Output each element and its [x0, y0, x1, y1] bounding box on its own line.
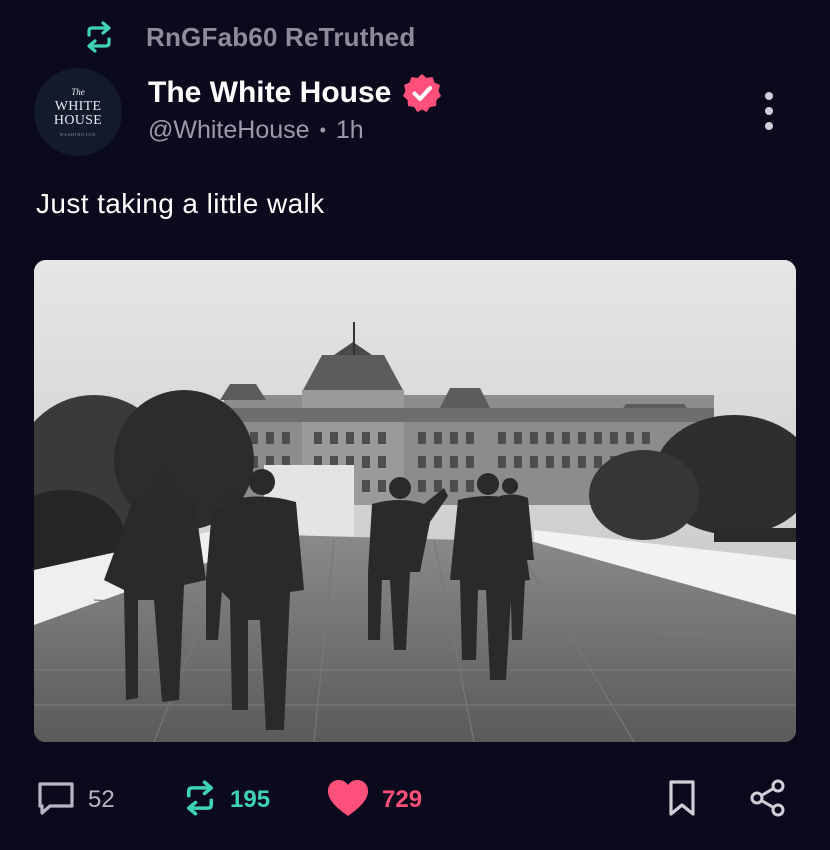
retruth-icon	[182, 779, 218, 821]
more-dot	[765, 92, 773, 100]
photo-illustration	[34, 260, 796, 742]
comment-icon	[36, 778, 76, 823]
retruth-label[interactable]: RnGFab60 ReTruthed	[146, 22, 415, 53]
heart-icon	[326, 778, 370, 823]
verified-badge-icon	[401, 72, 443, 114]
avatar-the: The	[71, 86, 85, 97]
handle-row: @WhiteHouse • 1h	[148, 116, 364, 145]
share-button[interactable]	[748, 774, 788, 826]
reply-button[interactable]: 52	[36, 774, 115, 826]
retruth-button[interactable]: 195	[182, 774, 270, 826]
handle[interactable]: @WhiteHouse	[148, 116, 310, 145]
retruth-banner[interactable]: RnGFab60 ReTruthed	[82, 18, 415, 56]
like-count: 729	[382, 786, 423, 813]
share-icon	[748, 778, 788, 823]
separator-dot: •	[319, 120, 326, 140]
bookmark-icon	[666, 778, 698, 823]
avatar[interactable]: The WHITE HOUSE WASHINGTON	[34, 68, 122, 156]
display-name-row[interactable]: The White House	[148, 72, 443, 114]
action-bar: 52 195 729	[0, 774, 830, 826]
retruth-icon	[82, 20, 116, 54]
retruth-count: 195	[230, 786, 271, 813]
avatar-line2: HOUSE	[53, 112, 103, 128]
display-name[interactable]: The White House	[148, 76, 391, 110]
avatar-line1: WHITE	[54, 98, 102, 114]
avatar-sub: WASHINGTON	[59, 131, 97, 137]
truth-post: RnGFab60 ReTruthed The WHITE HOUSE WASHI…	[0, 0, 830, 850]
more-dot	[765, 107, 773, 115]
like-button[interactable]: 729	[326, 774, 422, 826]
post-time[interactable]: 1h	[336, 116, 364, 145]
bookmark-button[interactable]	[666, 774, 698, 826]
post-text: Just taking a little walk	[36, 188, 325, 219]
more-vertical-icon[interactable]	[758, 92, 780, 130]
more-dot	[765, 122, 773, 130]
post-image[interactable]	[34, 260, 796, 742]
reply-count: 52	[88, 786, 115, 813]
